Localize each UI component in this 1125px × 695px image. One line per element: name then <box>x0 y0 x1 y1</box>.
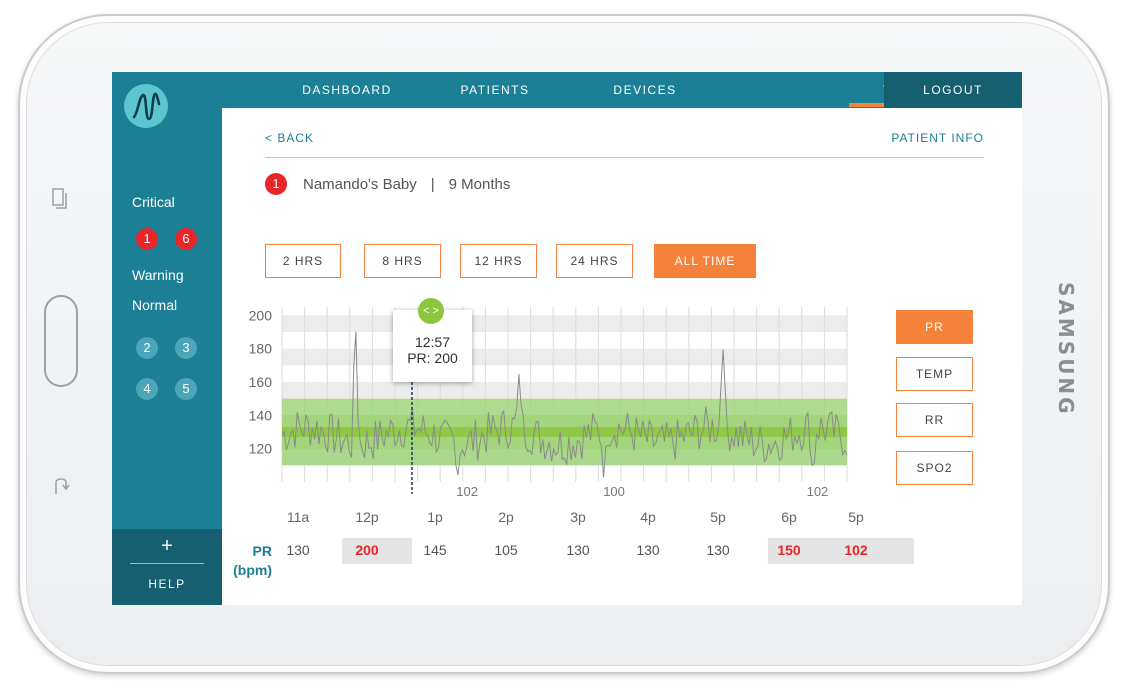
pr-unit-text: (bpm) <box>233 562 272 578</box>
x-tick-label: 1p <box>427 509 443 525</box>
range-8hrs-button[interactable]: 8 HRS <box>364 244 441 278</box>
x-tick-label: 3p <box>570 509 586 525</box>
pr-value-cell: 130 <box>706 542 730 558</box>
patient-separator: | <box>430 175 435 193</box>
y-tick-label: 120 <box>249 441 273 457</box>
help-label: HELP <box>148 577 186 591</box>
pr-row-label: PR (bpm) <box>224 542 272 580</box>
patient-name: Namando's Baby <box>303 175 417 193</box>
x-tick-label: 2p <box>498 509 514 525</box>
help-button[interactable]: + HELP <box>112 529 222 605</box>
pr-value-cell: 145 <box>423 542 447 558</box>
metric-spo2-button[interactable]: SPO2 <box>896 451 973 485</box>
y-tick-label: 180 <box>249 341 273 357</box>
nav-patients[interactable]: PATIENTS <box>435 72 555 108</box>
metric-pr-button[interactable]: PR <box>896 310 973 344</box>
recent-apps-icon[interactable] <box>52 188 68 210</box>
app-screen: Critical 1 6 Warning Normal 2 3 4 5 + HE… <box>112 72 1022 605</box>
patient-summary: 1 Namando's Baby | 9 Months <box>265 173 510 195</box>
metric-temp-button[interactable]: TEMP <box>896 357 973 391</box>
range-all-time-button[interactable]: ALL TIME <box>654 244 756 278</box>
tooltip-value: PR: 200 <box>407 350 458 366</box>
warning-heading: Warning <box>132 267 184 283</box>
pr-value-cell: 102 <box>844 542 868 558</box>
normal-patient-badge[interactable]: 5 <box>175 378 197 400</box>
range-24hrs-button[interactable]: 24 HRS <box>556 244 633 278</box>
patient-age: 9 Months <box>448 175 511 193</box>
wave-logo-icon <box>132 92 161 121</box>
range-stripe <box>282 415 847 427</box>
critical-heading: Critical <box>132 194 175 210</box>
min-value-annotation: 100 <box>603 484 625 499</box>
x-tick-label: 12p <box>355 509 379 525</box>
pr-value-cell: 105 <box>494 542 518 558</box>
patient-info-link[interactable]: PATIENT INFO <box>862 131 984 145</box>
range-2hrs-button[interactable]: 2 HRS <box>265 244 341 278</box>
tooltip-time: 12:57 <box>414 334 451 350</box>
pr-value-cell: 130 <box>286 542 310 558</box>
cursor-drag-handle[interactable]: < > <box>418 298 444 324</box>
x-tick-label: 5p <box>710 509 726 525</box>
pr-label-text: PR <box>252 543 272 559</box>
normal-patient-badge[interactable]: 2 <box>136 337 158 359</box>
back-link[interactable]: < BACK <box>265 131 314 145</box>
x-tick-label: 6p <box>781 509 797 525</box>
min-value-annotation: 102 <box>456 484 478 499</box>
pr-value-cell: 150 <box>777 542 801 558</box>
critical-patient-badge[interactable]: 6 <box>175 228 197 250</box>
x-tick-label: 5p <box>848 509 864 525</box>
critical-patient-badge[interactable]: 1 <box>136 228 158 250</box>
normal-patient-badge[interactable]: 3 <box>175 337 197 359</box>
back-arrow-icon[interactable] <box>52 472 70 496</box>
pr-value-cell: 200 <box>355 542 379 558</box>
normal-heading: Normal <box>132 297 178 313</box>
y-tick-label: 200 <box>249 307 273 323</box>
plus-icon: + <box>161 535 173 557</box>
grid-band <box>282 348 847 366</box>
app-logo[interactable] <box>124 84 168 128</box>
y-tick-label: 140 <box>249 407 273 423</box>
header-divider <box>265 157 984 158</box>
x-tick-label: 11a <box>287 509 310 525</box>
metric-rr-button[interactable]: RR <box>896 403 973 437</box>
nav-dashboard[interactable]: DASHBOARD <box>272 72 422 108</box>
pr-trend-chart[interactable]: 200 180 160 140 120 11a 12p 1p 2p 3p 4p 5p 6p 5p 102 10… <box>242 297 892 529</box>
nav-devices[interactable]: DEVICES <box>585 72 705 108</box>
grid-band <box>282 382 847 399</box>
sidebar: Critical 1 6 Warning Normal 2 3 4 5 + HE… <box>112 72 222 605</box>
pr-value-cell: 130 <box>566 542 590 558</box>
grid-band <box>282 315 847 332</box>
range-12hrs-button[interactable]: 12 HRS <box>460 244 537 278</box>
help-divider <box>130 563 204 564</box>
y-tick-label: 160 <box>249 374 273 390</box>
home-button[interactable] <box>44 295 78 387</box>
device-brand: SAMSUNG <box>1054 281 1078 417</box>
logout-button[interactable]: LOGOUT <box>884 72 1022 108</box>
logout-label: LOGOUT <box>923 83 983 97</box>
normal-patient-badge[interactable]: 4 <box>136 378 158 400</box>
patient-status-badge: 1 <box>265 173 287 195</box>
pr-value-cell: 130 <box>636 542 660 558</box>
min-value-annotation: 102 <box>807 484 829 499</box>
x-tick-label: 4p <box>640 509 656 525</box>
top-navigation: DASHBOARD PATIENTS DEVICES TRENDS LOGOUT <box>222 72 1022 108</box>
